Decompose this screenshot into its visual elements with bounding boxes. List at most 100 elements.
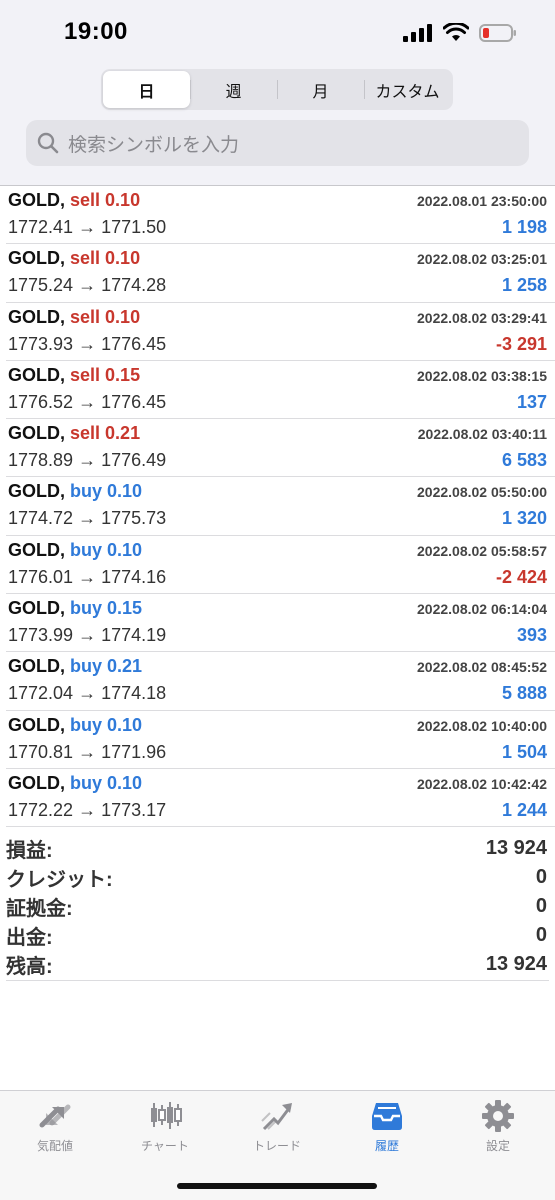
deal-time: 2022.08.02 10:42:42 [417,775,547,792]
tab-chart[interactable]: チャート [120,1099,210,1154]
deal-row[interactable]: GOLD, sell 0.21 1778.89 → 1776.49 2022.08.… [6,419,555,478]
deal-side-volume: buy 0.21 [70,656,143,677]
trade-icon [261,1103,292,1131]
summary-row-credit: クレジット: 0 [6,863,549,892]
deal-symbol: GOLD, buy 0.10 [8,540,142,561]
period-tab-week[interactable]: 週 [190,71,277,108]
tab-label: トレード [252,1139,301,1153]
tab-label: 気配値 [36,1139,73,1153]
deal-side-volume: sell 0.15 [70,364,141,385]
deal-time: 2022.08.02 05:58:57 [417,542,547,559]
deal-prices: 1772.41 → 1771.50 [8,217,167,237]
period-tab-month[interactable]: 月 [277,71,364,108]
deal-prices: 1772.22 → 1773.17 [8,799,167,820]
deal-side-volume: buy 0.10 [70,772,143,793]
summary-value: 0 [535,895,547,917]
deal-time: 2022.08.02 05:50:00 [417,484,547,501]
deal-side-volume: sell 0.10 [70,306,141,327]
deal-symbol: GOLD, sell 0.10 [8,248,140,269]
deal-side-volume: buy 0.10 [70,481,143,502]
deal-time: 2022.08.02 10:40:00 [417,717,547,734]
summary-row-withdrawal: 出金: 0 [6,921,549,950]
deal-profit: -3 291 [495,333,547,354]
deal-symbol: GOLD, sell 0.21 [8,423,140,444]
deal-profit: 1 198 [501,217,547,237]
header-area: 19:00 日 週 月 カスタム 検索シンボルを入力 [0,0,555,186]
quotes-icon [39,1104,71,1128]
tab-label: 設定 [485,1139,510,1153]
deal-profit: 5 888 [501,683,547,704]
summary-row-balance: 残高: 13 924 [6,950,549,979]
deal-row[interactable]: GOLD, buy 0.10 1776.01 → 1774.16 2022.08.0… [6,536,555,595]
deal-time: 2022.08.02 03:40:11 [417,426,547,443]
deal-prices: 1773.93 → 1776.45 [8,333,167,354]
deal-time: 2022.08.02 03:38:15 [417,367,547,384]
deal-time: 2022.08.02 08:45:52 [417,659,547,676]
deal-symbol: GOLD, sell 0.10 [8,307,140,328]
deal-symbol-name: GOLD, [8,423,65,444]
deal-row[interactable]: GOLD, buy 0.10 1772.22 → 1773.17 2022.08.0… [6,769,555,828]
deal-row[interactable]: GOLD, buy 0.21 1772.04 → 1774.18 2022.08.0… [6,652,555,711]
deal-profit: -2 424 [495,566,547,587]
deal-prices: 1770.81 → 1771.96 [8,741,167,762]
deal-time: 2022.08.01 23:50:00 [417,193,547,209]
tab-quotes[interactable]: 気配値 [10,1099,100,1154]
deal-time: 2022.08.02 06:14:04 [417,601,547,618]
home-indicator [177,1183,377,1189]
deal-symbol: GOLD, sell 0.10 [8,190,140,211]
deal-side-volume: sell 0.10 [70,248,141,269]
deal-side-volume: buy 0.10 [70,714,143,735]
deal-row[interactable]: GOLD, sell 0.10 1773.93 → 1776.45 2022.08.… [6,303,555,361]
summary-label: 証拠金: [6,898,73,920]
deal-profit: 1 244 [501,799,547,820]
deal-side-volume: buy 0.15 [70,598,143,619]
deal-row[interactable]: GOLD, buy 0.10 1774.72 → 1775.73 2022.08.0… [6,477,555,536]
deal-symbol: GOLD, buy 0.10 [8,481,142,502]
deal-side-volume: sell 0.10 [70,190,141,210]
deal-symbol-name: GOLD, [8,772,65,793]
deal-row[interactable]: GOLD, sell 0.10 1775.24 → 1774.28 2022.08.… [6,244,555,303]
deal-profit: 393 [516,625,547,646]
tab-label: 履歴 [374,1139,399,1153]
deal-row[interactable]: GOLD, buy 0.15 1773.99 → 1774.19 2022.08.0… [6,594,555,653]
summary: 損益: 13 924 クレジット: 0 証拠金: 0 出金: 0 残高: 13 … [6,834,549,979]
deal-row[interactable]: GOLD, buy 0.10 1770.81 → 1771.96 2022.08.0… [6,711,555,769]
deal-side-volume: sell 0.21 [70,423,141,444]
summary-label: 出金: [6,927,53,949]
deal-profit: 137 [516,391,547,412]
deal-profit: 1 258 [501,275,547,296]
deal-symbol-name: GOLD, [8,190,65,210]
summary-row-profit: 損益: 13 924 [6,834,549,863]
deal-prices: 1775.24 → 1774.28 [8,275,167,296]
deal-symbol: GOLD, buy 0.21 [8,656,142,677]
deal-prices: 1772.04 → 1774.18 [8,683,167,704]
search-icon [37,132,59,154]
deal-profit: 6 583 [501,450,547,471]
search-field[interactable]: 検索シンボルを入力 [26,120,529,166]
period-tab-day[interactable]: 日 [103,71,190,108]
period-tab-custom[interactable]: カスタム [364,71,451,108]
deal-prices: 1778.89 → 1776.49 [8,450,167,471]
history-icon [372,1103,402,1130]
battery-low-icon [479,24,516,42]
deal-symbol: GOLD, buy 0.10 [8,715,142,736]
summary-value: 13 924 [485,837,547,859]
tab-history[interactable]: 履歴 [342,1099,432,1154]
deal-row[interactable]: GOLD, sell 0.15 1776.52 → 1776.45 2022.08.… [6,361,555,420]
tab-settings[interactable]: 設定 [453,1099,543,1154]
cellular-signal-icon [403,24,432,42]
deal-symbol-name: GOLD, [8,306,65,327]
tab-trade[interactable]: トレード [232,1099,322,1154]
summary-value: 0 [535,866,547,888]
chart-icon [151,1102,182,1129]
deal-prices: 1774.72 → 1775.73 [8,508,167,529]
summary-label: クレジット: [6,869,113,891]
deal-prices: 1776.01 → 1774.16 [8,566,167,587]
search-placeholder: 検索シンボルを入力 [68,134,240,156]
summary-label: 残高: [6,956,53,978]
deal-profit: 1 504 [501,741,547,762]
deal-symbol-name: GOLD, [8,364,65,385]
deal-symbol-name: GOLD, [8,539,65,560]
settings-icon [482,1100,514,1132]
deal-row[interactable]: GOLD, sell 0.10 1772.41 → 1771.50 2022.08.… [6,186,555,245]
